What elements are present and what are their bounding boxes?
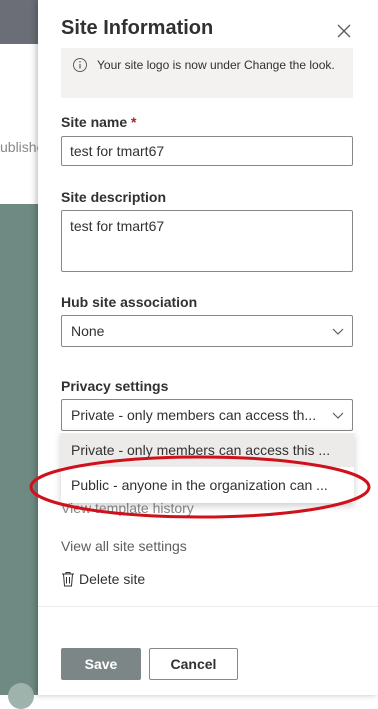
background-circle [8,683,34,709]
site-description-textarea[interactable]: test for tmart67 [61,210,353,272]
site-name-label: Site name * [61,114,136,130]
delete-site-label: Delete site [79,571,146,587]
info-message-bar: Your site logo is now under Change the l… [61,48,353,98]
chevron-down-icon [332,412,344,419]
cancel-button[interactable]: Cancel [149,648,238,680]
site-name-input[interactable] [61,136,353,166]
privacy-selected: Private - only members can access th... [71,407,317,423]
trash-icon [62,572,74,587]
background-header [0,0,40,44]
info-message-text: Your site logo is now under Change the l… [97,58,335,72]
background-teal-area [0,204,40,695]
footer-divider [38,606,378,607]
privacy-settings-label: Privacy settings [61,378,169,394]
save-button[interactable]: Save [61,648,141,680]
hub-site-selected: None [71,323,105,339]
site-name-label-text: Site name [61,114,128,130]
privacy-option-private[interactable]: Private - only members can access this .… [61,433,354,467]
site-information-panel: Site Information Your site logo is now u… [38,0,378,695]
privacy-options-menu: Private - only members can access this .… [61,431,354,503]
view-all-site-settings-link[interactable]: View all site settings [61,538,187,554]
panel-title: Site Information [61,17,214,39]
background-partial-text: ublishe [0,139,38,155]
privacy-option-public[interactable]: Public - anyone in the organization can … [61,468,354,502]
chevron-down-icon [332,328,344,335]
hub-site-label: Hub site association [61,294,198,310]
privacy-dropdown[interactable]: Private - only members can access th... [61,399,353,431]
info-icon [73,58,87,72]
required-marker: * [131,114,137,130]
close-icon[interactable] [333,20,355,42]
hub-site-dropdown[interactable]: None [61,315,353,347]
background-content [0,44,40,204]
site-description-label: Site description [61,189,167,205]
